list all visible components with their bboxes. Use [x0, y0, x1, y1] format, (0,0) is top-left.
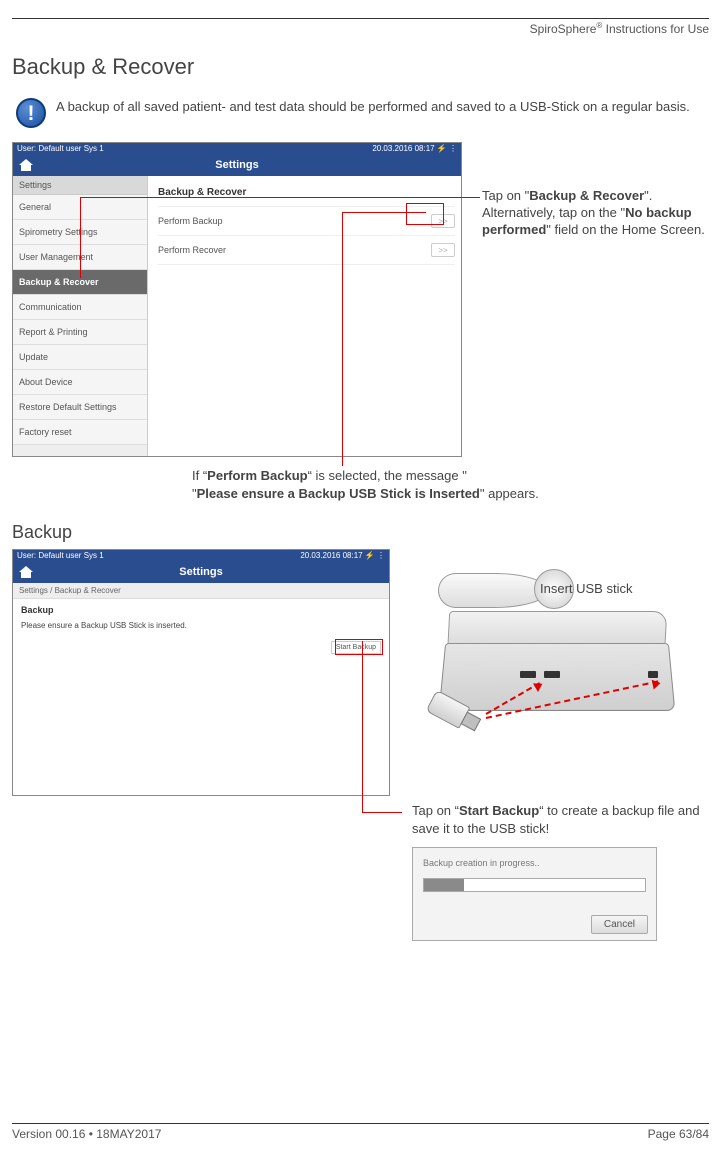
- status-bar: User: Default user Sys 1 20.03.2016 08:1…: [13, 143, 461, 154]
- insert-usb-label: Insert USB stick: [540, 581, 632, 596]
- chevron-right-icon: >>: [431, 214, 455, 228]
- breadcrumb: Settings / Backup & Recover: [13, 583, 389, 599]
- progress-bar: [423, 878, 646, 892]
- sidebar-item-restore-defaults[interactable]: Restore Default Settings: [13, 395, 147, 420]
- device-illustration: Insert USB stick: [410, 553, 700, 743]
- settings-main: Backup & Recover Perform Backup >> Perfo…: [148, 176, 461, 456]
- doc-header: SpiroSphere® Instructions for Use: [12, 21, 709, 36]
- title-bar: Settings: [13, 154, 461, 176]
- status-bar: User: Default user Sys 1 20.03.2016 08:1…: [13, 550, 389, 561]
- sidebar-item-factory-reset[interactable]: Factory reset: [13, 420, 147, 445]
- backup-screenshot: User: Default user Sys 1 20.03.2016 08:1…: [12, 549, 390, 796]
- sidebar-item-report-printing[interactable]: Report & Printing: [13, 320, 147, 345]
- sidebar-item-about[interactable]: About Device: [13, 370, 147, 395]
- footer-page: Page 63/84: [648, 1127, 709, 1141]
- backup-message: Please ensure a Backup USB Stick is inse…: [21, 621, 381, 630]
- sidebar-head: Settings: [13, 176, 147, 195]
- sidebar-item-update[interactable]: Update: [13, 345, 147, 370]
- callout-start-backup: Tap on “Start Backup“ to create a backup…: [412, 802, 709, 837]
- main-head: Backup & Recover: [158, 182, 455, 207]
- row-perform-recover[interactable]: Perform Recover >>: [158, 236, 455, 265]
- settings-screenshot: User: Default user Sys 1 20.03.2016 08:1…: [12, 142, 462, 457]
- chevron-right-icon: >>: [431, 243, 455, 257]
- info-text: A backup of all saved patient- and test …: [56, 98, 690, 116]
- title-bar: Settings: [13, 561, 389, 583]
- callout-backup-recover: Tap on "Backup & Recover". Alternatively…: [482, 142, 709, 239]
- sidebar-item-communication[interactable]: Communication: [13, 295, 147, 320]
- backup-heading-inner: Backup: [21, 605, 381, 615]
- cancel-button[interactable]: Cancel: [591, 915, 648, 934]
- callout-perform-backup-msg: If “Perform Backup“ is selected, the mes…: [192, 467, 709, 502]
- progress-dialog: Backup creation in progress.. Cancel: [412, 847, 657, 941]
- screen-title: Settings: [13, 566, 389, 578]
- progress-message: Backup creation in progress..: [423, 858, 646, 868]
- info-icon: [16, 98, 46, 128]
- page-title: Backup & Recover: [12, 54, 709, 80]
- start-backup-button[interactable]: Start Backup: [331, 641, 381, 654]
- footer-version: Version 00.16 • 18MAY2017: [12, 1127, 161, 1141]
- backup-heading: Backup: [12, 522, 709, 543]
- screen-title: Settings: [13, 159, 461, 171]
